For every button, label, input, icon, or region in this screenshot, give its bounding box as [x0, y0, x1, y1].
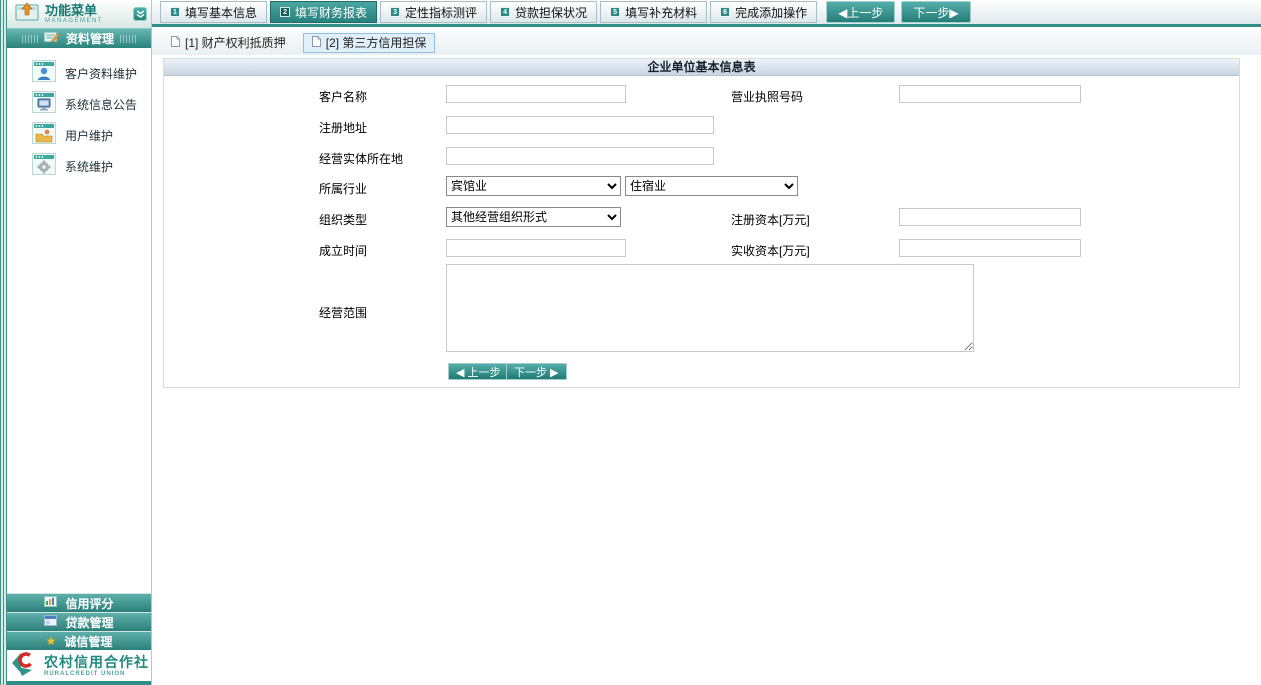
credit-union-logo-mark — [9, 649, 39, 682]
bottom-section-label: 信用评分 — [65, 595, 113, 612]
sidebar-section-credit-score[interactable]: 信用评分 — [7, 593, 151, 612]
document-icon — [171, 36, 180, 50]
function-menu-icon — [15, 2, 39, 27]
entity-location-label: 经营实体所在地 — [319, 150, 403, 167]
guarantee-subtab-bar: [1] 财产权利抵质押 [2] 第三方信用担保 — [152, 30, 1261, 55]
org-type-select[interactable]: 其他经营组织形式 — [446, 207, 621, 227]
tab-number-icon: 3 — [390, 7, 400, 17]
registered-capital-input[interactable] — [899, 208, 1081, 226]
paid-in-capital-label: 实收资本[万元] — [731, 242, 810, 259]
tab-label: 贷款担保状况 — [515, 4, 587, 21]
sidebar-item-label: 用户维护 — [65, 127, 113, 144]
loan-management-icon — [44, 615, 57, 629]
sidebar-spacer — [7, 182, 151, 593]
sidebar-item-customer-profile[interactable]: 客户资料维护 — [7, 58, 151, 89]
business-license-label: 营业执照号码 — [731, 88, 803, 105]
integrity-star-icon: ★ — [46, 635, 57, 647]
subtab-property-pledge[interactable]: [1] 财产权利抵质押 — [162, 33, 295, 53]
industry-label: 所属行业 — [319, 180, 367, 197]
workflow-tab-bar: 1 填写基本信息 2 填写财务报表 3 定性指标测评 4 贷款担保状况 5 填写… — [152, 0, 1261, 27]
tab-complete-operation[interactable]: 6 完成添加操作 — [710, 1, 817, 23]
system-maintenance-icon — [32, 153, 56, 180]
tab-loan-guarantee[interactable]: 4 贷款担保状况 — [490, 1, 597, 23]
customer-profile-icon — [32, 60, 56, 87]
section-bar-ticks-right — [120, 35, 136, 43]
form-prev-step-button[interactable]: ◀ 上一步 — [448, 363, 509, 380]
app-window: 功能菜单 MANAGEMENT 资料管理 — [0, 0, 1261, 685]
sidebar-header-text: 功能菜单 MANAGEMENT — [45, 4, 133, 24]
credit-union-logo: 农村信用合作社 RURALCREDIT UNION — [7, 650, 151, 685]
sidebar-item-system-announcement[interactable]: 系统信息公告 — [7, 89, 151, 120]
sidebar-menu: 客户资料维护 系统信息公告 — [7, 48, 151, 182]
sidebar-item-label: 系统信息公告 — [65, 96, 137, 113]
business-license-input[interactable] — [899, 85, 1081, 103]
customer-name-label: 客户名称 — [319, 88, 367, 105]
business-scope-textarea[interactable] — [446, 264, 974, 352]
logo-subtitle: RURALCREDIT UNION — [44, 671, 149, 677]
system-announcement-icon — [32, 91, 56, 118]
business-scope-label: 经营范围 — [319, 304, 367, 321]
enterprise-info-form: 企业单位基本信息表 客户名称 营业执照号码 注册地址 经营实体所在地 所属行业 … — [163, 58, 1240, 388]
established-date-label: 成立时间 — [319, 242, 367, 259]
tab-label: 填写财务报表 — [295, 4, 367, 21]
customer-name-input[interactable] — [446, 85, 626, 103]
entity-location-input[interactable] — [446, 147, 714, 165]
sidebar-header: 功能菜单 MANAGEMENT — [7, 0, 151, 28]
main-content: 1 填写基本信息 2 填写财务报表 3 定性指标测评 4 贷款担保状况 5 填写… — [152, 0, 1261, 685]
established-date-input[interactable] — [446, 239, 626, 257]
tab-basic-info[interactable]: 1 填写基本信息 — [160, 1, 267, 23]
collapse-menu-button[interactable] — [133, 7, 147, 21]
tab-qualitative-evaluation[interactable]: 3 定性指标测评 — [380, 1, 487, 23]
tab-number-icon: 6 — [720, 7, 730, 17]
tab-number-icon: 5 — [610, 7, 620, 17]
sidebar-subtitle: MANAGEMENT — [45, 18, 133, 24]
sidebar-item-label: 系统维护 — [65, 158, 113, 175]
tab-number-icon: 2 — [280, 7, 290, 17]
subtab-label: [2] 第三方信用担保 — [326, 34, 427, 51]
org-type-label: 组织类型 — [319, 211, 367, 228]
form-title: 企业单位基本信息表 — [164, 59, 1239, 76]
user-maintenance-icon — [32, 122, 56, 149]
industry-sub-select[interactable]: 住宿业 — [625, 176, 798, 196]
credit-score-icon — [44, 596, 57, 610]
section-label: 资料管理 — [66, 30, 114, 47]
sidebar-section-integrity-management[interactable]: ★ 诚信管理 — [7, 631, 151, 650]
edit-pencil-icon — [44, 31, 60, 46]
industry-category-select[interactable]: 宾馆业 — [446, 176, 621, 196]
top-prev-step-button[interactable]: ◀上一步 — [826, 1, 895, 23]
sidebar-section-loan-management[interactable]: 贷款管理 — [7, 612, 151, 631]
sidebar-title: 功能菜单 — [45, 4, 133, 17]
tab-label: 定性指标测评 — [405, 4, 477, 21]
tab-financial-report[interactable]: 2 填写财务报表 — [270, 1, 377, 23]
registered-address-label: 注册地址 — [319, 119, 367, 136]
subtab-third-party-credit[interactable]: [2] 第三方信用担保 — [303, 33, 436, 53]
logo-title: 农村信用合作社 — [44, 655, 149, 669]
sidebar-section-data-management[interactable]: 资料管理 — [7, 28, 151, 48]
tab-label: 填写补充材料 — [625, 4, 697, 21]
sidebar-item-user-maintenance[interactable]: 用户维护 — [7, 120, 151, 151]
paid-in-capital-input[interactable] — [899, 239, 1081, 257]
tab-number-icon: 1 — [170, 7, 180, 17]
sidebar-item-label: 客户资料维护 — [65, 65, 137, 82]
tab-supplementary-materials[interactable]: 5 填写补充材料 — [600, 1, 707, 23]
form-next-step-button[interactable]: 下一步 ▶ — [506, 363, 567, 380]
tab-label: 填写基本信息 — [185, 4, 257, 21]
left-edge-stripe — [0, 0, 7, 685]
tab-number-icon: 4 — [500, 7, 510, 17]
section-bar-ticks-left — [22, 35, 38, 43]
top-next-step-button[interactable]: 下一步▶ — [901, 1, 970, 23]
bottom-section-label: 贷款管理 — [65, 614, 113, 631]
document-icon — [312, 36, 321, 50]
registered-address-input[interactable] — [446, 116, 714, 134]
subtab-label: [1] 财产权利抵质押 — [185, 34, 286, 51]
credit-union-logo-text: 农村信用合作社 RURALCREDIT UNION — [44, 655, 149, 677]
sidebar-item-system-maintenance[interactable]: 系统维护 — [7, 151, 151, 182]
sidebar: 功能菜单 MANAGEMENT 资料管理 — [7, 0, 152, 685]
tab-label: 完成添加操作 — [735, 4, 807, 21]
registered-capital-label: 注册资本[万元] — [731, 211, 810, 228]
bottom-section-label: 诚信管理 — [64, 633, 112, 650]
